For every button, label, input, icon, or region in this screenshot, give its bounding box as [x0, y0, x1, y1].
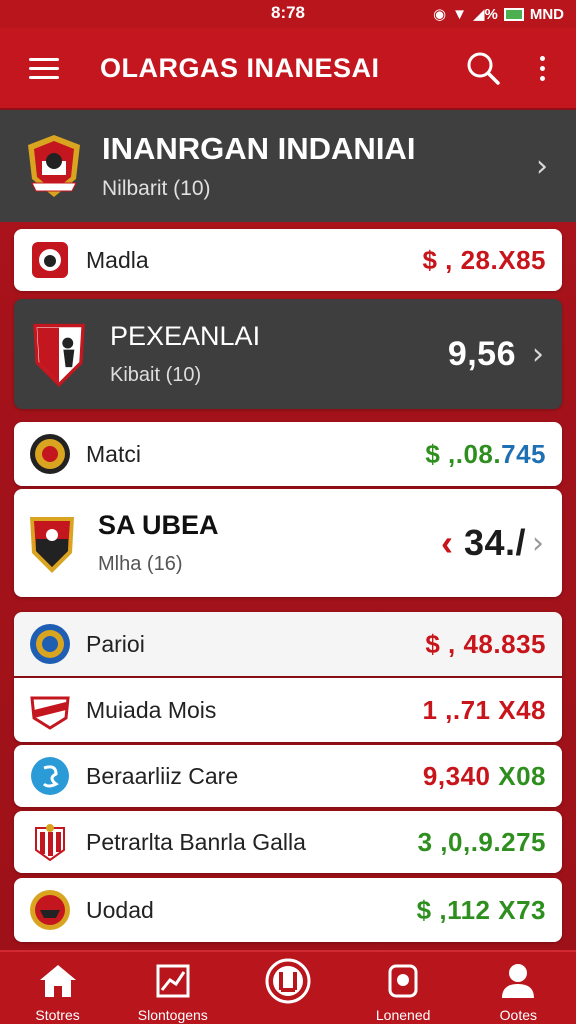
- list-item[interactable]: Beraarliiz Care 9,340 X08: [14, 745, 562, 807]
- team-logo-icon: [32, 242, 68, 278]
- dot: [539, 75, 545, 81]
- team-name: Madla: [86, 246, 149, 273]
- team-logo-icon: [30, 434, 70, 474]
- team-name: Muiada Mois: [86, 696, 217, 723]
- team-name: Parioi: [86, 630, 145, 657]
- team-value: 3 ,0,.9.275: [417, 826, 546, 857]
- team-title: PEXEANLAI: [110, 321, 261, 351]
- app-bar: OLARGAS INANESAI: [0, 28, 576, 110]
- dot: [539, 65, 545, 71]
- team-value: $ , 48.835: [425, 628, 546, 659]
- nav-standings[interactable]: Slontogens: [118, 952, 228, 1023]
- menu-button[interactable]: [14, 38, 74, 98]
- list-item[interactable]: Matci $ ,.08.745: [14, 422, 562, 486]
- nav-learned[interactable]: Lonened: [348, 952, 458, 1023]
- team-name: Petrarlta Banrla Galla: [86, 828, 306, 855]
- team-logo-icon: [30, 696, 70, 730]
- nav-standings-label: Slontogens: [137, 1007, 208, 1023]
- team-logo-icon: [30, 624, 70, 664]
- team-value: $ ,112 X73: [416, 894, 546, 925]
- nav-learned-label: Lonened: [375, 1007, 431, 1023]
- nav-home[interactable]: Stotres: [3, 952, 113, 1023]
- team-subtitle: Kibait (10): [110, 364, 202, 386]
- list-item[interactable]: Uodad $ ,112 X73: [14, 878, 562, 942]
- status-bar: 8:78 ◉ ▼ ◢% MND: [0, 0, 576, 28]
- home-icon: [39, 965, 76, 997]
- team-logo-icon: [31, 757, 69, 795]
- team-value-suffix: 745: [501, 438, 546, 469]
- featured-team-subtitle: Nilbarit (10): [102, 177, 211, 200]
- search-icon: [467, 52, 500, 85]
- nav-home-label: Stotres: [35, 1007, 80, 1023]
- hamburger-icon: [29, 57, 59, 61]
- garuda-crest-icon: [28, 135, 80, 197]
- team-value-suffix: X08: [498, 760, 546, 791]
- list-item[interactable]: Madla $ , 28.X85: [14, 229, 562, 291]
- team-logo-icon: [35, 824, 65, 862]
- nav-profile[interactable]: Ootes: [463, 952, 573, 1023]
- team-value: 9,56: [447, 334, 516, 373]
- search-button[interactable]: [458, 43, 508, 93]
- chevron-right-icon: ›: [532, 336, 544, 372]
- hamburger-line: [29, 66, 59, 70]
- nav-club[interactable]: [233, 952, 343, 1004]
- team-subtitle: Mlha (16): [98, 553, 183, 575]
- more-options-button[interactable]: [524, 43, 560, 93]
- team-name: Uodad: [86, 896, 154, 923]
- bottom-navigation: Stotres Slontogens Lonened Ootes: [0, 950, 576, 1024]
- team-value: 1 ,.71 X48: [422, 694, 546, 725]
- team-shield-icon: [33, 323, 85, 387]
- team-value-prefix: ‹: [440, 522, 454, 563]
- dot: [539, 55, 545, 61]
- team-logo-icon: [30, 890, 70, 930]
- club-badge-icon: [265, 958, 311, 1004]
- team-shield-icon: [30, 517, 74, 573]
- featured-team-title: INANRGAN INDANIAI: [102, 131, 416, 166]
- nav-profile-label: Ootes: [499, 1007, 538, 1023]
- person-icon: [502, 964, 535, 998]
- app-title: OLARGAS INANESAI: [100, 52, 380, 83]
- team-value: $ ,.08.: [425, 438, 502, 469]
- team-value: $ , 28.X85: [422, 244, 546, 275]
- team-name: Matci: [86, 440, 141, 467]
- chevron-right-icon: ›: [536, 148, 548, 184]
- team-name: Beraarliiz Care: [86, 762, 239, 789]
- badge-icon: [388, 964, 418, 998]
- featured-team-header[interactable]: INANRGAN INDANIAI Nilbarit (10) ›: [0, 110, 576, 222]
- team-value: 9,340: [422, 760, 491, 791]
- list-item-featured[interactable]: PEXEANLAI Kibait (10) 9,56 ›: [14, 299, 562, 409]
- list-item[interactable]: Petrarlta Banrla Galla 3 ,0,.9.275: [14, 811, 562, 873]
- list-item[interactable]: Muiada Mois 1 ,.71 X48: [14, 678, 562, 742]
- status-time: 8:78: [270, 3, 306, 22]
- team-title: SA UBEA: [98, 510, 219, 540]
- chevron-right-icon: ›: [532, 525, 544, 561]
- list-item[interactable]: Parioi $ , 48.835: [14, 612, 562, 676]
- team-value: 34./: [463, 522, 526, 563]
- list-item-featured[interactable]: SA UBEA Mlha (16) ‹ 34./ ›: [14, 489, 562, 597]
- hamburger-line: [29, 75, 59, 79]
- chart-icon: [156, 964, 190, 998]
